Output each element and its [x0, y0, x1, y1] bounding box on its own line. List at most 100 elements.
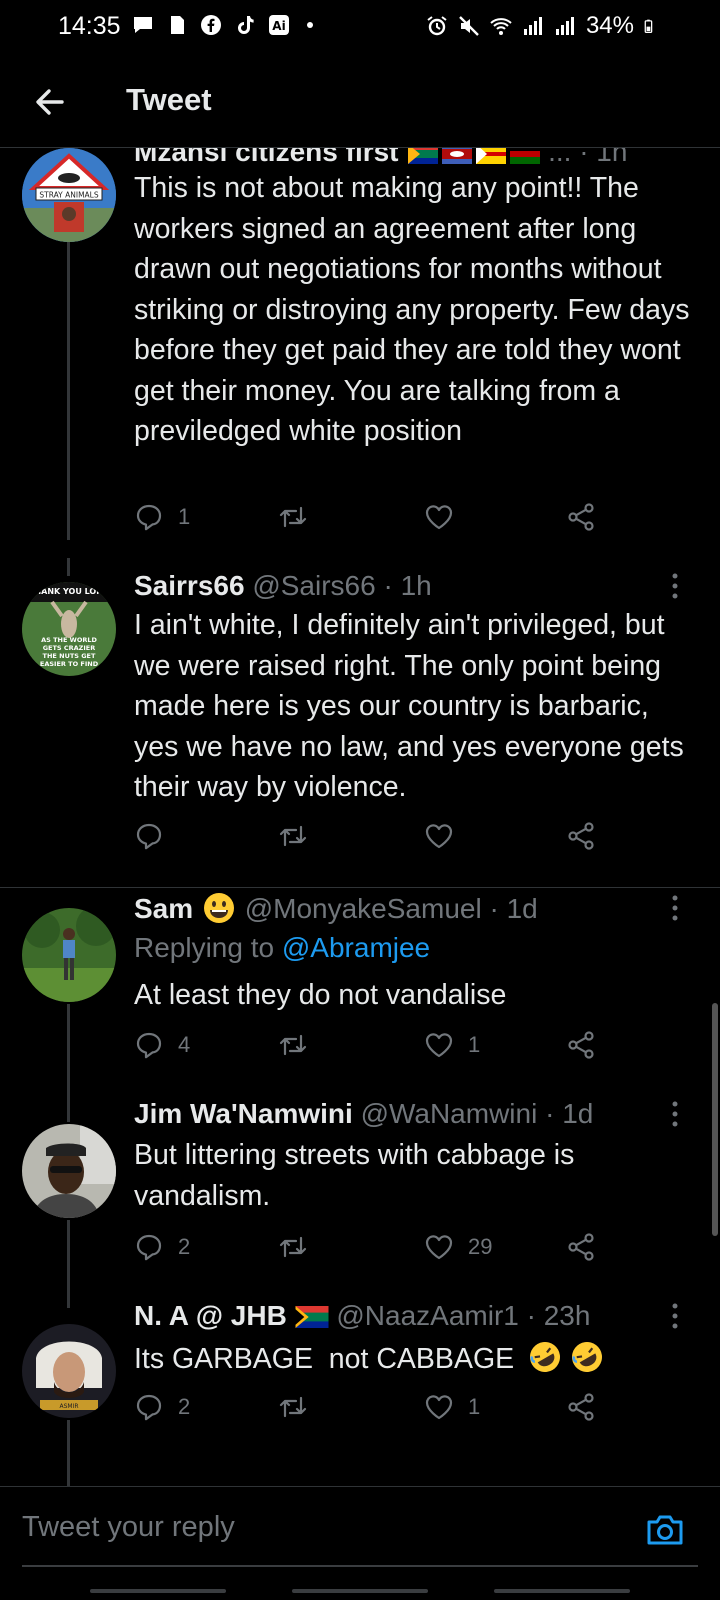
mute-icon	[459, 16, 479, 36]
tweet[interactable]: THANK YOU LORD AS THE WORLD GETS CRAZIER…	[0, 558, 720, 888]
display-name[interactable]: N. A @ JHB	[134, 1300, 287, 1331]
camera-icon[interactable]	[644, 1509, 686, 1551]
like-count: 1	[468, 1394, 481, 1419]
tweet[interactable]: Jim Wa'Namwini @WaNamwini · 1d But litte…	[0, 1098, 720, 1308]
display-name[interactable]: Jim Wa'Namwini	[134, 1098, 353, 1129]
retweet-button[interactable]	[278, 1028, 308, 1062]
retweet-button[interactable]	[278, 1390, 308, 1424]
signal-icon-2	[555, 17, 574, 35]
tweet[interactable]: STRAY ANIMALS Mzansi citizens first ... …	[0, 130, 720, 540]
more-icon[interactable]	[670, 1100, 680, 1128]
share-button[interactable]	[566, 1390, 596, 1424]
avatar[interactable]: ASMIR	[22, 1324, 116, 1418]
share-button[interactable]	[566, 819, 596, 853]
avatar[interactable]: STRAY ANIMALS	[22, 148, 116, 242]
like-button[interactable]	[424, 500, 454, 534]
share-button[interactable]	[566, 1230, 596, 1264]
avatar[interactable]	[22, 908, 116, 1002]
notification-icons: Ai	[132, 14, 324, 36]
reply-input[interactable]: Tweet your reply	[22, 1511, 235, 1544]
avatar-image: STRAY ANIMALS	[22, 148, 116, 242]
reply-icon	[136, 823, 162, 850]
display-name[interactable]: Sairrs66	[134, 570, 245, 601]
retweet-button[interactable]	[278, 1230, 308, 1264]
battery-percent: 34%	[585, 12, 634, 39]
reply-button[interactable]: 2	[134, 1230, 190, 1264]
like-button[interactable]: 1	[424, 1390, 480, 1424]
tweet[interactable]: ASMIR N. A @ JHB @NaazAamir1 · 23h Its G…	[0, 1300, 720, 1486]
like-count: 29	[468, 1234, 493, 1259]
like-button[interactable]: 1	[424, 1028, 480, 1062]
tweet-text: This is not about making any point!! The…	[134, 172, 690, 447]
rolling-laughing-emoji-icon	[530, 1342, 561, 1372]
share-button[interactable]	[566, 1028, 596, 1062]
retweet-icon	[279, 1034, 307, 1056]
handle[interactable]: @Sairs66	[252, 570, 375, 601]
share-icon	[568, 1031, 594, 1059]
tweet-header: Sam @MonyakeSamuel · 1d	[134, 892, 538, 925]
retweet-button[interactable]	[278, 500, 308, 534]
scrollbar[interactable]	[712, 1003, 718, 1236]
reply-icon	[136, 1394, 162, 1421]
thread-line	[67, 1220, 70, 1308]
tweet-actions: 4 1	[134, 1028, 614, 1062]
avatar-image: ASMIR	[22, 1324, 116, 1418]
reply-button[interactable]: 2	[134, 1390, 190, 1424]
tiktok-icon	[238, 16, 254, 34]
timestamp: · 1d	[545, 1098, 594, 1129]
tweet-text-content: Its GARBAGE not CABBAGE	[134, 1343, 515, 1375]
share-icon	[568, 822, 594, 850]
tweet-header: Sairrs66 @Sairs66 · 1h	[134, 570, 432, 602]
back-arrow-icon[interactable]	[30, 82, 70, 122]
like-icon	[425, 1033, 453, 1058]
thread-line	[67, 226, 70, 540]
alarm-icon	[427, 16, 447, 36]
display-name[interactable]: Sam	[134, 893, 193, 924]
reply-button[interactable]: 1	[134, 500, 190, 534]
reply-icon	[136, 1032, 162, 1059]
avatar[interactable]	[22, 1124, 116, 1218]
tweet-header: Jim Wa'Namwini @WaNamwini · 1d	[134, 1098, 593, 1130]
svg-text:THE NUTS GET: THE NUTS GET	[43, 652, 96, 660]
timestamp: · 23h	[526, 1300, 591, 1331]
retweet-icon	[279, 506, 307, 528]
more-icon[interactable]	[670, 572, 680, 600]
svg-text:Ai: Ai	[272, 19, 285, 33]
handle[interactable]: @NaazAamir1	[336, 1300, 518, 1331]
tweet[interactable]: Sam @MonyakeSamuel · 1d Replying to @Abr…	[0, 888, 720, 1106]
svg-text:AS THE WORLD: AS THE WORLD	[41, 636, 97, 644]
like-button[interactable]: 29	[424, 1230, 492, 1264]
svg-text:GETS CRAZIER: GETS CRAZIER	[43, 644, 96, 652]
tweet-header: N. A @ JHB @NaazAamir1 · 23h	[134, 1300, 590, 1332]
replying-to-mention[interactable]: @Abramjee	[282, 932, 430, 963]
svg-text:EASIER TO FIND: EASIER TO FIND	[40, 660, 99, 668]
reply-button[interactable]	[134, 819, 178, 853]
handle[interactable]: @WaNamwini	[361, 1098, 538, 1129]
share-button[interactable]	[566, 500, 596, 534]
more-icon[interactable]	[670, 894, 680, 922]
dot-icon	[307, 22, 313, 28]
avatar[interactable]: THANK YOU LORD AS THE WORLD GETS CRAZIER…	[22, 582, 116, 676]
thread-line	[67, 1106, 70, 1122]
handle[interactable]: @MonyakeSamuel	[245, 893, 482, 924]
reply-count: 2	[178, 1234, 191, 1259]
reply-count: 2	[178, 1394, 191, 1419]
status-bar: 14:35 Ai 34%	[0, 0, 720, 56]
grinning-emoji-icon	[203, 893, 234, 923]
tweet-text: I ain't white, I definitely ain't privil…	[134, 609, 684, 803]
like-button[interactable]	[424, 819, 454, 853]
retweet-icon	[279, 1396, 307, 1418]
avatar-image	[22, 1124, 116, 1218]
reply-button[interactable]: 4	[134, 1028, 190, 1062]
rolling-laughing-emoji-icon	[571, 1342, 602, 1372]
message-icon	[134, 17, 152, 33]
tweet-text: At least they do not vandalise	[134, 979, 507, 1011]
thread-line	[67, 1004, 70, 1106]
more-icon[interactable]	[670, 1302, 680, 1330]
share-icon	[568, 1233, 594, 1261]
retweet-button[interactable]	[278, 819, 308, 853]
retweet-icon	[279, 825, 307, 847]
thread-line	[67, 1420, 70, 1486]
signal-icon	[523, 17, 542, 35]
reply-composer: Tweet your reply	[0, 1486, 720, 1600]
